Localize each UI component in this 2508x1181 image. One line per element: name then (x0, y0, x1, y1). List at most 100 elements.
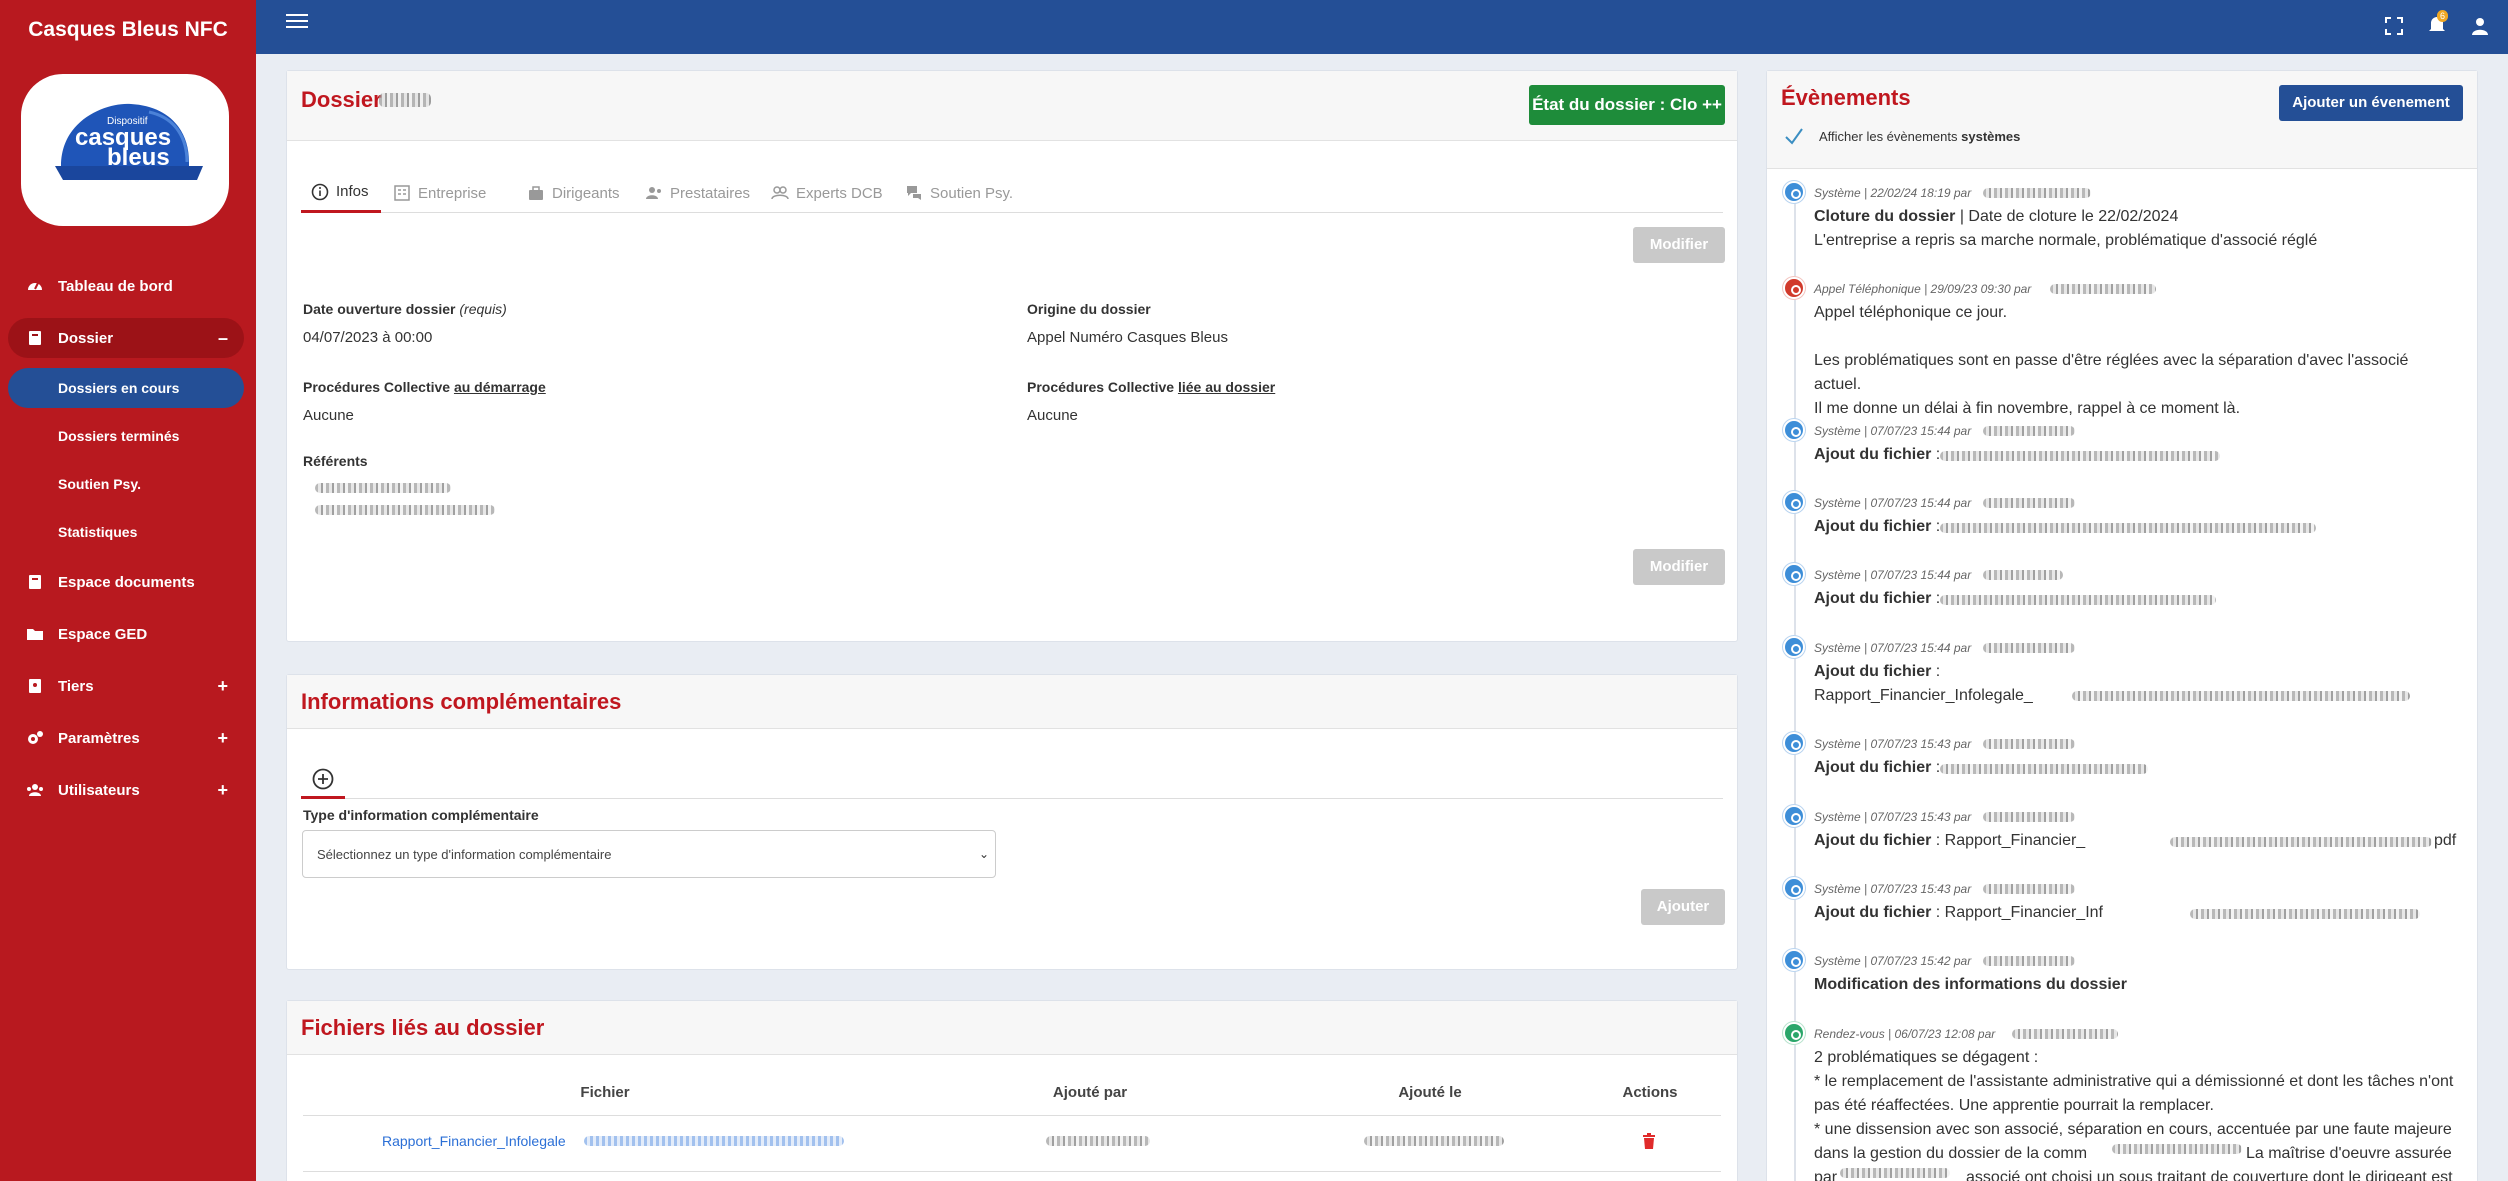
modify-button-bottom[interactable]: Modifier (1633, 549, 1725, 585)
files-card: Fichiers liés au dossier (286, 1000, 1738, 1181)
gears-icon (28, 731, 43, 744)
show-system-events-toggle[interactable]: Afficher les évènements systèmes (1819, 129, 2020, 144)
tab-soutien-psy[interactable]: Soutien Psy. (905, 173, 1013, 213)
sidebar-item-soutien-psy[interactable]: Soutien Psy. (8, 464, 244, 504)
event-text: Appel téléphonique ce jour. Les probléma… (1814, 304, 2409, 417)
sidebar: Casques Bleus NFC Dispositif casques ble… (0, 0, 256, 1181)
files-title: Fichiers liés au dossier (301, 1015, 545, 1040)
expand-icon[interactable]: + (217, 780, 228, 801)
notifications-button[interactable]: 6 (2427, 10, 2449, 36)
sidebar-item-utilisateurs[interactable]: Utilisateurs + (8, 770, 244, 810)
sidebar-item-label: Espace documents (58, 573, 195, 591)
comments-icon (907, 186, 921, 200)
system-event-icon (1783, 491, 1805, 513)
tab-entreprise[interactable]: Entreprise (393, 173, 486, 213)
sidebar-item-espace-documents[interactable]: Espace documents (8, 562, 244, 602)
info-type-select[interactable]: Sélectionnez un type d'information compl… (302, 830, 996, 878)
briefcase-icon (529, 186, 543, 200)
event-text: Modification des informations du dossier (1814, 976, 2127, 993)
info-type-label: Type d'information complémentaire (303, 807, 539, 823)
user-icon[interactable] (2470, 16, 2490, 36)
sidebar-item-label: Espace GED (58, 625, 148, 643)
event-meta: Système | 07/07/23 15:43 par (1814, 810, 1972, 824)
origin-value: Appel Numéro Casques Bleus (1027, 329, 1228, 346)
sidebar-item-label: Soutien Psy. (58, 476, 141, 492)
info-comp-header: Informations complémentaires (287, 675, 1737, 729)
sidebar-item-label: Utilisateurs (58, 781, 140, 799)
redacted-author (1983, 188, 2091, 198)
checkmark-icon[interactable] (1783, 125, 1805, 147)
dossier-card-header: Dossier État du dossier : Clo ++ (287, 71, 1737, 141)
origin-label: Origine du dossier (1027, 301, 1151, 317)
redacted-file (2072, 691, 2410, 701)
proc-linked-value: Aucune (1027, 407, 1078, 424)
menu-toggle-icon[interactable] (286, 14, 308, 32)
column-header-added-by[interactable]: Ajouté par (1040, 1084, 1140, 1101)
building-icon (394, 185, 410, 201)
event-meta: Système | 07/07/23 15:43 par (1814, 737, 1972, 751)
proc-start-value: Aucune (303, 407, 354, 424)
logo[interactable]: Dispositif casques bleus (21, 74, 229, 226)
add-info-button[interactable]: Ajouter (1641, 889, 1725, 925)
event-text: Cloture du dossier | Date de cloture le … (1814, 208, 2318, 249)
column-header-file[interactable]: Fichier (560, 1084, 650, 1101)
event-meta: Système | 07/07/23 15:44 par (1814, 496, 1972, 510)
tab-label: Dirigeants (552, 184, 620, 202)
chevron-down-icon: ⌄ (978, 847, 989, 861)
modify-button-top[interactable]: Modifier (1633, 227, 1725, 263)
sidebar-item-tiers[interactable]: Tiers + (8, 666, 244, 706)
select-value: Sélectionnez un type d'information compl… (317, 846, 612, 862)
status-button[interactable]: État du dossier : Clo ++ (1529, 85, 1725, 125)
dossier-card: Dossier État du dossier : Clo ++ Infos E… (286, 70, 1738, 642)
add-info-tab[interactable] (301, 759, 345, 799)
redacted-author (1983, 498, 2075, 508)
trash-icon[interactable] (1642, 1133, 1656, 1149)
redacted-commune (2112, 1144, 2242, 1154)
sidebar-item-dossiers-termines[interactable]: Dossiers terminés (8, 416, 244, 456)
add-event-button[interactable]: Ajouter un évenement (2279, 85, 2463, 121)
tab-experts-dcb[interactable]: Experts DCB (771, 173, 883, 213)
tab-prestataires[interactable]: Prestataires (645, 173, 750, 213)
sidebar-item-espace-ged[interactable]: Espace GED (8, 614, 244, 654)
app-name: Casques Bleus NFC (28, 18, 228, 41)
dossier-tabs: Infos Entreprise Dirigeants Prestataires… (301, 173, 1723, 213)
event-meta: Système | 07/07/23 15:43 par (1814, 882, 1972, 896)
redacted-author (1983, 643, 2075, 653)
event-meta: Système | 07/07/23 15:44 par (1814, 568, 1972, 582)
expand-icon[interactable]: + (217, 676, 228, 697)
notification-badge: 6 (2437, 10, 2449, 22)
sidebar-item-label: Dossier (58, 329, 114, 347)
tab-label: Soutien Psy. (930, 184, 1014, 202)
sidebar-item-label: Dossiers en cours (58, 380, 180, 396)
topbar: 6 (256, 0, 2508, 54)
redacted-author (2050, 284, 2156, 294)
dashboard-icon (28, 282, 42, 290)
redacted-author (1983, 739, 2075, 749)
fullscreen-icon[interactable] (2384, 16, 2404, 36)
redacted-file (1940, 523, 2316, 533)
sidebar-item-dossiers-en-cours[interactable]: Dossiers en cours (8, 368, 244, 408)
info-icon (311, 183, 329, 200)
redacted-file (2190, 909, 2420, 919)
user-group-icon (771, 186, 789, 200)
expand-icon[interactable]: + (217, 728, 228, 749)
tab-infos[interactable]: Infos (301, 173, 381, 213)
tab-label: Infos (336, 183, 369, 200)
file-link[interactable]: Rapport_Financier_Infolegale (382, 1133, 566, 1149)
users-icon (646, 187, 661, 199)
files-header: Fichiers liés au dossier (287, 1001, 1737, 1055)
referents-label: Référents (303, 453, 368, 469)
sidebar-item-statistiques[interactable]: Statistiques (8, 512, 244, 552)
collapse-icon[interactable]: – (218, 328, 228, 349)
sidebar-item-dashboard[interactable]: Tableau de bord (8, 266, 244, 306)
redacted-author (1983, 570, 2063, 580)
plus-circle-icon (312, 768, 334, 790)
phone-event-icon (1783, 277, 1805, 299)
system-event-icon (1783, 181, 1805, 203)
sidebar-item-dossier[interactable]: Dossier – (8, 318, 244, 358)
tab-label: Experts DCB (796, 184, 883, 202)
column-header-added-on[interactable]: Ajouté le (1380, 1084, 1480, 1101)
tab-dirigeants[interactable]: Dirigeants (527, 173, 620, 213)
address-book-icon (29, 679, 41, 693)
sidebar-item-parametres[interactable]: Paramètres + (8, 718, 244, 758)
